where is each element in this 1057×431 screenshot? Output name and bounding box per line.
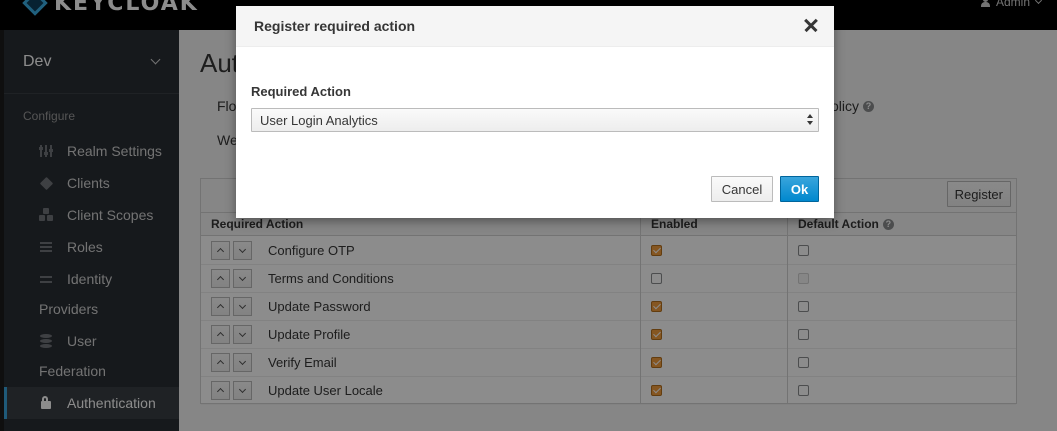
close-icon[interactable] — [802, 16, 820, 34]
register-required-action-modal: Register required action Required Action… — [236, 6, 834, 218]
modal-title: Register required action — [254, 18, 416, 34]
ok-button[interactable]: Ok — [780, 176, 819, 202]
required-action-label: Required Action — [251, 84, 351, 99]
select-arrows-icon — [806, 113, 814, 127]
cancel-button[interactable]: Cancel — [711, 176, 773, 202]
screen: KEYCLOAK Admin Dev Configure Realm Setti… — [0, 0, 1057, 431]
modal-header: Register required action — [236, 6, 834, 47]
required-action-select[interactable]: User Login Analytics — [251, 108, 819, 132]
select-value: User Login Analytics — [260, 112, 378, 128]
